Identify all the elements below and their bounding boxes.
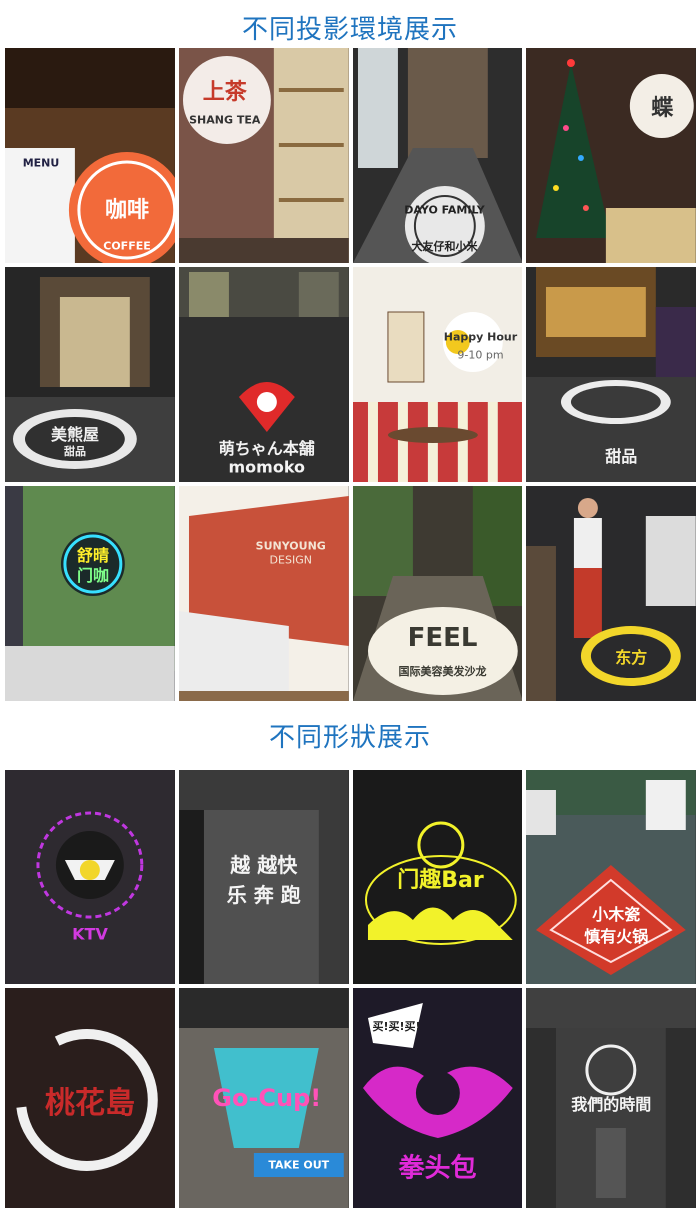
section-title-shapes: 不同形狀展示 <box>268 723 431 753</box>
tile-peach-island: 桃花島 <box>5 988 175 1208</box>
tile-running-wall: 越 越快乐 奔 跑 <box>178 770 349 984</box>
tile-fist-logo: 买!买!买! 拳头包 <box>352 988 523 1208</box>
tile-bar-wall: 门趣Bar <box>352 770 523 984</box>
tile-christmas-tree: 蝶 <box>526 48 696 263</box>
tile-cafe-wall: Happy Hour 9-10 pm <box>352 267 523 482</box>
tile-dessert-bar: 甜品 <box>526 267 696 482</box>
tile-office-lobby: SUNYOUNG DESIGN <box>178 486 349 701</box>
tile-hotpot-floor: 小木瓷 慎有火锅 <box>526 770 696 984</box>
section-title-environments: 不同投影環境展示 <box>241 15 458 45</box>
tile-beauty-salon: FEEL 国际美容美发沙龙 <box>352 486 523 701</box>
tile-ktv-floor: KTV <box>5 770 175 984</box>
tile-mall-corridor: DAYO FAMILY 大友仔和小米 <box>352 48 523 263</box>
tile-go-cup: Go-Cup! TAKE OUT <box>178 988 349 1208</box>
tile-coffee-shop: MENU 咖啡 COFFEE <box>5 48 175 263</box>
environment-grid: MENU 咖啡 COFFEE 上茶 SHANG TEA DAYO FAMILY … <box>5 48 696 701</box>
tile-street-night: 萌ちゃん本舗 momoko <box>178 267 349 482</box>
page: 不同投影環境展示 MENU 咖啡 COFFEE 上茶 SHANG TEA DAY… <box>0 0 700 1208</box>
tile-green-wall: 舒晴 门咖 <box>5 486 175 701</box>
tile-tea-shop: 上茶 SHANG TEA <box>178 48 349 263</box>
shape-grid: KTV 越 越快乐 奔 跑 门趣Bar 小木瓷 慎有火锅 桃花島 Go-Cup!… <box>5 770 696 1208</box>
tile-our-time: 我們的時間 <box>526 988 696 1208</box>
tile-woman-standing: 东方 <box>526 486 696 701</box>
tile-shop-entrance: 美熊屋 甜品 <box>5 267 175 482</box>
